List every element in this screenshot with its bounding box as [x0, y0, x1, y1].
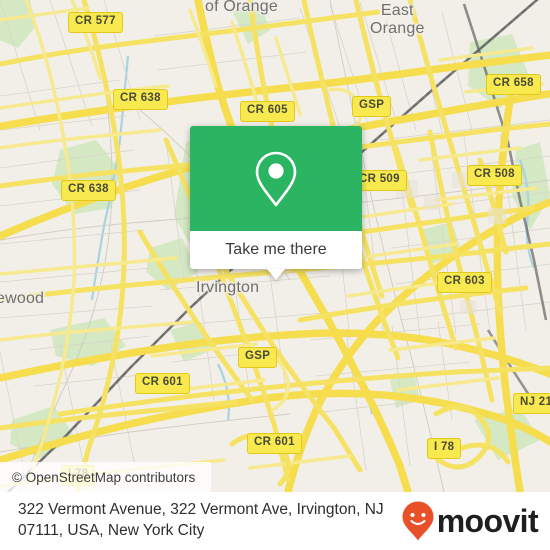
road-shield-i-78-east[interactable]: I 78 — [427, 438, 462, 459]
poi-card-header — [190, 126, 362, 231]
road-shield-cr-508[interactable]: CR 508 — [467, 165, 522, 186]
road-shield-cr-577[interactable]: CR 577 — [68, 12, 123, 33]
road-shield-cr-638-west[interactable]: CR 638 — [61, 180, 116, 201]
take-me-there-button[interactable]: Take me there — [190, 231, 362, 269]
footer-bar: 322 Vermont Avenue, 322 Vermont Ave, Irv… — [0, 492, 550, 550]
road-shield-cr-601-west[interactable]: CR 601 — [135, 373, 190, 394]
moovit-map-screenshot: .minor { stroke:#cfcbc2; stroke-width:0.… — [0, 0, 550, 550]
moovit-wordmark: moovit — [436, 503, 539, 539]
road-shield-cr-605[interactable]: CR 605 — [240, 101, 295, 122]
road-shield-cr-601-south[interactable]: CR 601 — [247, 433, 302, 454]
map-pin-icon — [255, 151, 297, 206]
address-text: 322 Vermont Avenue, 322 Vermont Ave, Irv… — [18, 501, 384, 539]
poi-card-pointer — [267, 269, 285, 280]
road-shield-nj-21[interactable]: NJ 21 — [513, 393, 550, 414]
attribution-text: © OpenStreetMap contributors — [12, 469, 196, 485]
road-shield-cr-638[interactable]: CR 638 — [113, 89, 168, 110]
road-shield-gsp-north[interactable]: GSP — [352, 96, 392, 117]
road-shield-gsp-south[interactable]: GSP — [238, 347, 278, 368]
poi-callout-card[interactable]: Take me there — [190, 126, 362, 280]
moovit-pin-icon — [402, 501, 434, 541]
road-shield-cr-603[interactable]: CR 603 — [437, 272, 492, 293]
map-attribution: © OpenStreetMap contributors — [0, 462, 212, 492]
moovit-logo[interactable]: moovit — [401, 500, 542, 542]
road-shield-cr-658[interactable]: CR 658 — [486, 74, 541, 95]
map-canvas[interactable]: .minor { stroke:#cfcbc2; stroke-width:0.… — [0, 0, 550, 492]
